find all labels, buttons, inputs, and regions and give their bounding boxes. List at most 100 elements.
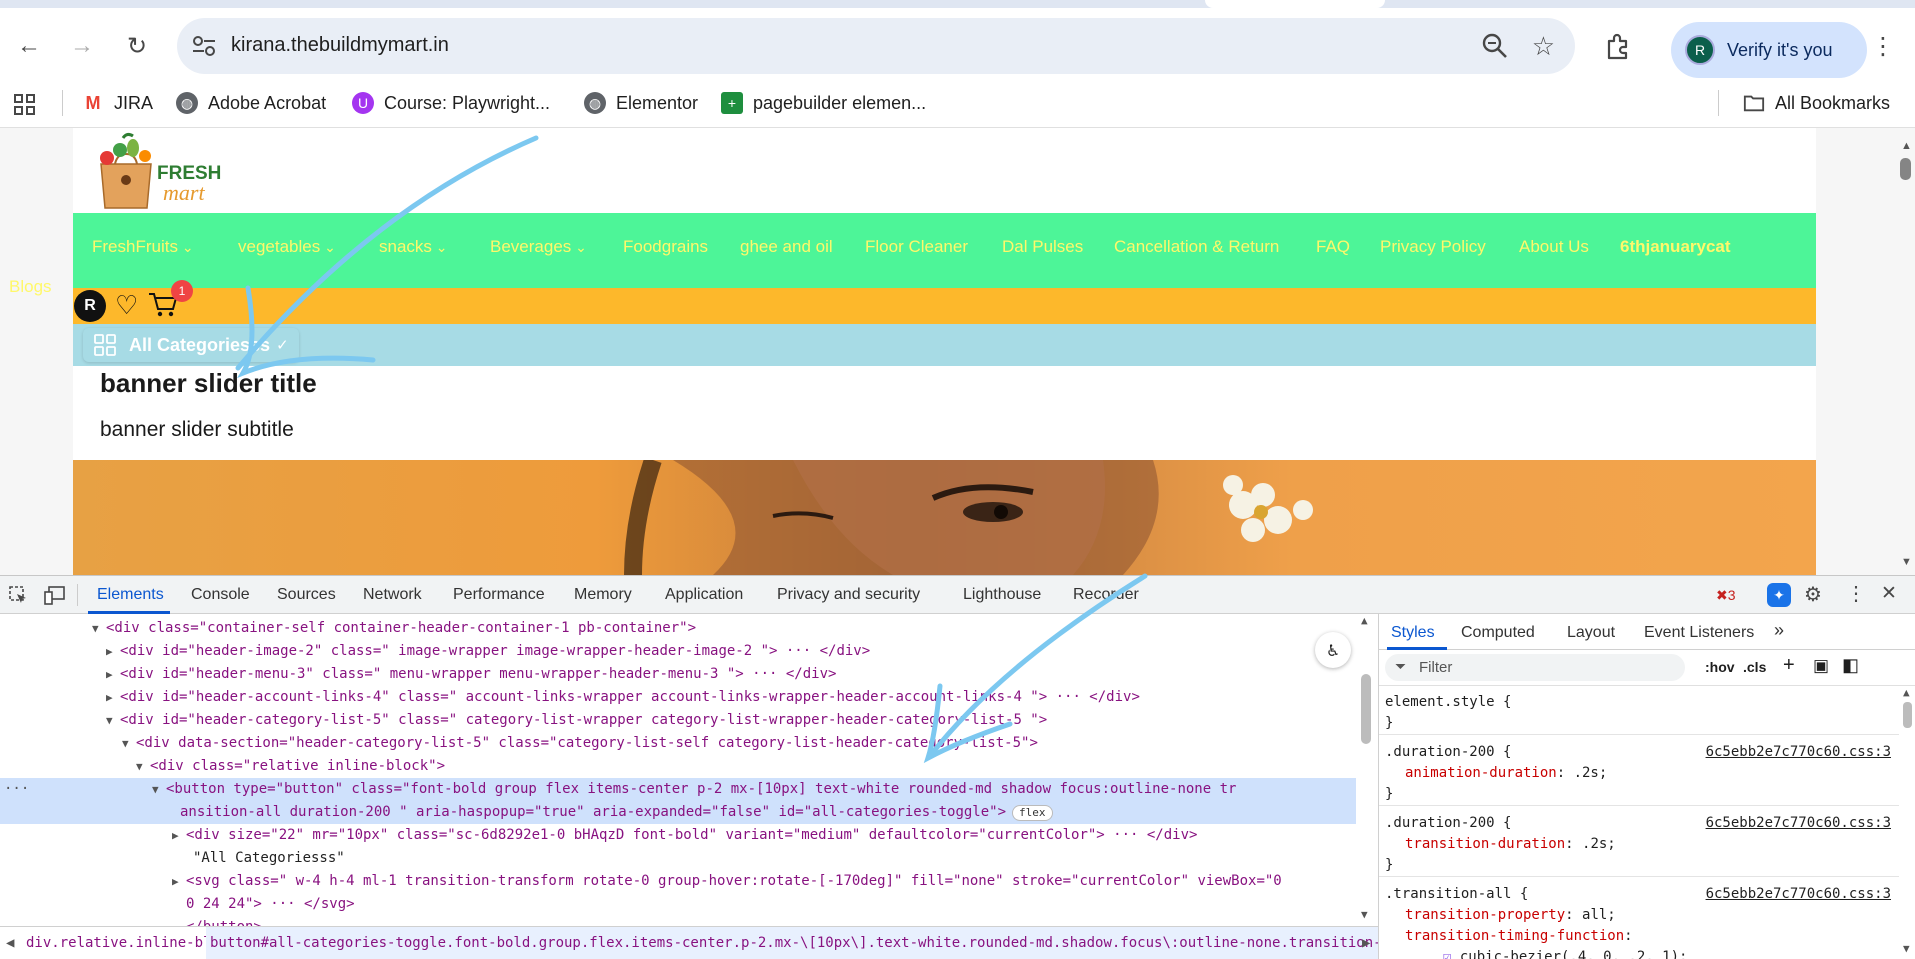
toggle-sidebar-icon[interactable]: ◧ bbox=[1842, 655, 1859, 676]
site-info-icon[interactable] bbox=[191, 34, 217, 58]
bookmark-course-playwright[interactable]: U Course: Playwright... bbox=[352, 88, 550, 118]
scroll-down-icon[interactable]: ▼ bbox=[1901, 556, 1912, 568]
filter-input[interactable]: ⏷ Filter bbox=[1385, 654, 1685, 681]
kebab-menu-icon: ⋮ bbox=[1871, 32, 1895, 60]
bookmark-adobe-acrobat[interactable]: ◍ Adobe Acrobat bbox=[176, 88, 326, 118]
rule-source-link[interactable]: 6c5ebb2e7c770c60.css:3 bbox=[1706, 813, 1891, 834]
css-declaration[interactable]: ☑ cubic-bezier(.4, 0, .2, 1); bbox=[1385, 947, 1899, 959]
rule-source-link[interactable]: 6c5ebb2e7c770c60.css:3 bbox=[1706, 742, 1891, 763]
rule-close: } bbox=[1385, 786, 1394, 802]
error-icon: ✖ bbox=[1716, 587, 1728, 603]
tab-computed[interactable]: Computed bbox=[1461, 624, 1535, 642]
zoom-icon[interactable] bbox=[1481, 32, 1509, 60]
collapse-triangle-icon[interactable]: ▶ bbox=[172, 870, 179, 893]
bookmarks-bar: M JIRA ◍ Adobe Acrobat U Course: Playwright… bbox=[0, 78, 1915, 128]
scroll-down-icon[interactable]: ▼ bbox=[1903, 942, 1910, 955]
dom-node-markup: </button> bbox=[186, 919, 262, 926]
back-button[interactable]: ← bbox=[9, 26, 49, 66]
collapse-triangle-icon[interactable]: ▶ bbox=[172, 824, 179, 847]
dom-node[interactable]: </button> bbox=[0, 916, 1356, 926]
scroll-thumb[interactable] bbox=[1903, 702, 1912, 728]
apps-grid-icon[interactable] bbox=[13, 93, 37, 117]
dom-node[interactable]: ▶ <div size="22" mr="10px" class="sc-6d82… bbox=[0, 824, 1356, 847]
reload-button[interactable]: ↻ bbox=[117, 26, 157, 66]
color-format-icon[interactable]: ▣ bbox=[1813, 656, 1829, 676]
bookmark-pagebuilder[interactable]: + pagebuilder elemen... bbox=[721, 88, 926, 118]
scroll-up-icon[interactable]: ▲ bbox=[1903, 686, 1910, 699]
bookmark-elementor[interactable]: ◍ Elementor bbox=[584, 88, 698, 118]
css-value: all; bbox=[1582, 907, 1616, 923]
bookmark-label: Elementor bbox=[616, 92, 699, 113]
ai-assistance-icon[interactable]: ✦ bbox=[1767, 583, 1791, 607]
page-scrollbar[interactable]: ▲ ▼ bbox=[1896, 128, 1915, 575]
close-devtools-icon[interactable]: ✕ bbox=[1881, 582, 1897, 605]
styles-filter-bar: ⏷ Filter :hov .cls + ▣ ◧ bbox=[1379, 650, 1915, 686]
styles-scrollbar[interactable]: ▲ ▼ bbox=[1899, 686, 1915, 959]
menu-item-label: Blogs bbox=[9, 277, 52, 296]
url-text[interactable]: kirana.thebuildmymart.in bbox=[231, 34, 449, 57]
style-rule[interactable]: .duration-200 {6c5ebb2e7c770c60.css:3 ani… bbox=[1379, 742, 1899, 806]
tab-event-listeners[interactable]: Event Listeners bbox=[1644, 624, 1754, 642]
cls-toggle[interactable]: .cls bbox=[1743, 659, 1766, 675]
bookmark-label: Course: Playwright... bbox=[384, 92, 551, 113]
address-bar[interactable]: kirana.thebuildmymart.in ☆ bbox=[177, 18, 1575, 74]
css-declaration[interactable]: transition-timing-function: bbox=[1385, 926, 1899, 947]
css-declaration[interactable]: transition-duration: .2s; bbox=[1385, 834, 1899, 855]
style-rule[interactable]: .transition-all {6c5ebb2e7c770c60.css:3 t… bbox=[1379, 884, 1899, 959]
settings-gear-icon[interactable]: ⚙ bbox=[1804, 582, 1822, 607]
scroll-up-icon[interactable]: ▲ bbox=[1901, 140, 1912, 152]
scroll-up-icon[interactable]: ▲ bbox=[1361, 614, 1368, 627]
bookmark-label: pagebuilder elemen... bbox=[753, 92, 927, 113]
dom-node-selected[interactable]: ansition-all duration-200 " aria-haspopu… bbox=[0, 801, 1356, 824]
rule-selector[interactable]: element.style { bbox=[1385, 692, 1899, 713]
extensions-button[interactable] bbox=[1598, 26, 1638, 66]
error-counter[interactable]: ✖3 bbox=[1716, 587, 1736, 604]
scroll-thumb[interactable] bbox=[1900, 158, 1911, 180]
rule-source-link[interactable]: 6c5ebb2e7c770c60.css:3 bbox=[1706, 884, 1891, 905]
css-declaration[interactable]: transition-property: all; bbox=[1385, 905, 1899, 926]
breadcrumb-scroll-right-icon[interactable]: ▶ bbox=[1362, 927, 1370, 959]
styles-tabbar: Styles Computed Layout Event Listeners » bbox=[1379, 614, 1915, 650]
udemy-icon: U bbox=[352, 92, 374, 114]
active-tab[interactable] bbox=[1205, 0, 1385, 8]
colon: : bbox=[1556, 765, 1574, 781]
dom-node[interactable]: "All Categoriesss" bbox=[0, 847, 1356, 870]
bookmark-jira[interactable]: M JIRA bbox=[82, 88, 154, 118]
divider bbox=[1718, 90, 1719, 116]
devtools-menu-icon[interactable]: ⋮ bbox=[1846, 581, 1866, 606]
style-rule[interactable]: element.style {} bbox=[1379, 692, 1899, 735]
dom-node[interactable]: 0 24 24"> ··· </svg> bbox=[0, 893, 1356, 916]
dom-node[interactable]: ▶ <svg class=" w-4 h-4 ml-1 transition-tr… bbox=[0, 870, 1356, 893]
bookmark-label: JIRA bbox=[114, 92, 154, 113]
scroll-thumb[interactable] bbox=[1361, 674, 1371, 744]
breadcrumb-item-selected[interactable]: button#all-categories-toggle.font-bold.g… bbox=[206, 927, 1378, 959]
flex-badge[interactable]: flex bbox=[1012, 805, 1053, 821]
menu-item[interactable]: Blogs bbox=[9, 277, 52, 297]
sheets-icon: + bbox=[721, 92, 743, 114]
breadcrumb-scroll-left-icon[interactable]: ◀ bbox=[6, 927, 14, 959]
elements-scrollbar[interactable]: ▲ ▼ bbox=[1356, 614, 1378, 926]
dom-node-markup: ansition-all duration-200 " aria-haspopu… bbox=[180, 804, 1007, 820]
browser-menu-button[interactable]: ⋮ bbox=[1863, 26, 1903, 66]
new-rule-plus-icon[interactable]: + bbox=[1783, 654, 1795, 677]
dom-node-markup: "All Categoriesss" bbox=[193, 850, 345, 866]
more-tabs-icon[interactable]: » bbox=[1774, 620, 1784, 641]
style-rule[interactable]: .duration-200 {6c5ebb2e7c770c60.css:3 tra… bbox=[1379, 813, 1899, 877]
tab-styles[interactable]: Styles bbox=[1391, 624, 1435, 642]
hov-toggle[interactable]: :hov bbox=[1705, 659, 1735, 675]
scroll-down-icon[interactable]: ▼ bbox=[1361, 908, 1368, 921]
css-property: transition-property bbox=[1405, 907, 1566, 923]
folder-icon bbox=[1743, 95, 1765, 112]
profile-verify-button[interactable]: R Verify it's you bbox=[1671, 22, 1867, 78]
forward-button[interactable]: → bbox=[62, 26, 102, 66]
bookmark-label: All Bookmarks bbox=[1775, 92, 1891, 113]
tab-strip bbox=[0, 0, 1915, 8]
tab-layout[interactable]: Layout bbox=[1567, 624, 1615, 642]
colon: : bbox=[1624, 928, 1633, 944]
bookmark-star-icon[interactable]: ☆ bbox=[1532, 31, 1555, 62]
css-declaration[interactable]: animation-duration: .2s; bbox=[1385, 763, 1899, 784]
devtools-panel: Elements Console Sources Network Perform… bbox=[0, 573, 1915, 959]
all-bookmarks-button[interactable]: All Bookmarks bbox=[1743, 88, 1890, 118]
accessibility-icon[interactable]: ♿ bbox=[1315, 632, 1351, 668]
error-count: 3 bbox=[1727, 587, 1736, 603]
